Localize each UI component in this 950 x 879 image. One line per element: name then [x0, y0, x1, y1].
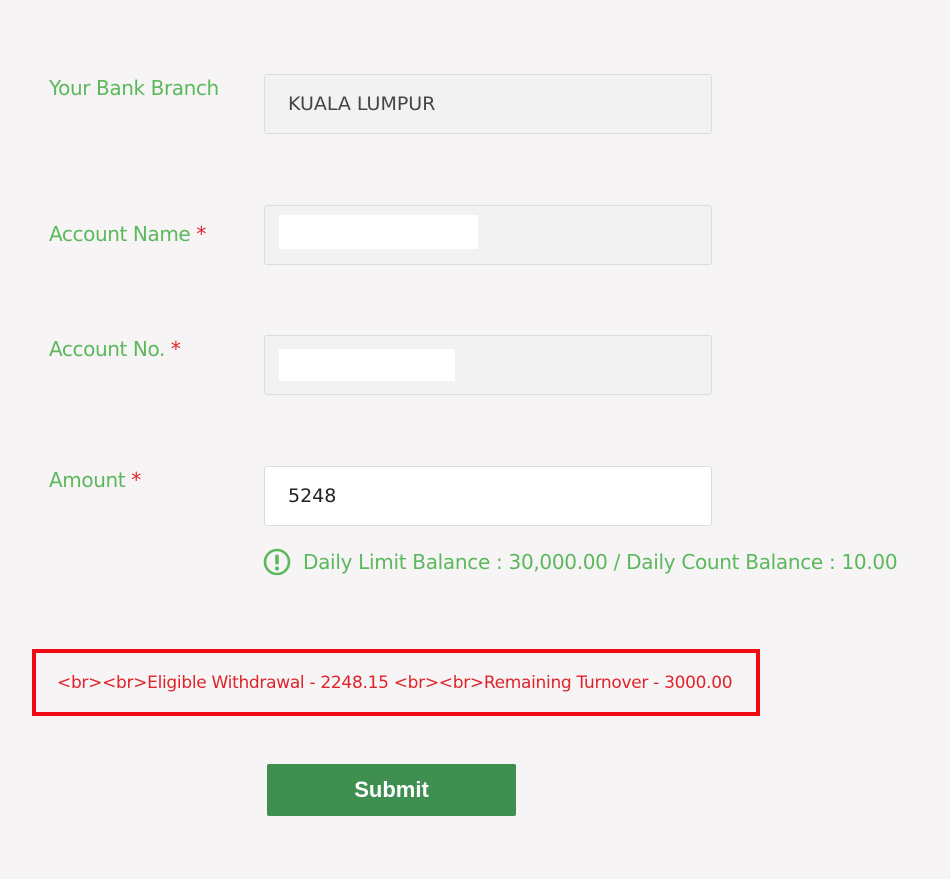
required-marker: * — [196, 222, 206, 246]
limit-hint: Daily Limit Balance : 30,000.00 / Daily … — [263, 548, 898, 576]
withdrawal-notice-text: <br><br>Eligible Withdrawal - 2248.15 <b… — [57, 672, 733, 693]
amount-label-text: Amount — [49, 468, 126, 492]
account-no-label-text: Account No. — [49, 337, 165, 361]
account-name-field[interactable] — [264, 205, 712, 265]
account-no-label: Account No. * — [49, 337, 181, 361]
bank-branch-value: KUALA LUMPUR — [288, 93, 436, 115]
bank-branch-field: KUALA LUMPUR — [264, 74, 712, 134]
amount-label: Amount * — [49, 468, 141, 492]
bank-branch-label-text: Your Bank Branch — [49, 76, 219, 100]
amount-value: 5248 — [288, 485, 337, 507]
limit-hint-text: Daily Limit Balance : 30,000.00 / Daily … — [303, 550, 898, 574]
amount-input[interactable]: 5248 — [264, 466, 712, 526]
account-name-label: Account Name * — [49, 222, 206, 246]
exclamation-circle-icon — [263, 548, 291, 576]
redacted-account-name — [279, 215, 478, 249]
account-no-field[interactable] — [264, 335, 712, 395]
required-marker: * — [131, 468, 141, 492]
required-marker: * — [170, 337, 181, 361]
account-name-label-text: Account Name — [49, 222, 191, 246]
submit-button[interactable]: Submit — [267, 764, 516, 816]
bank-branch-label: Your Bank Branch — [49, 76, 219, 100]
withdrawal-notice: <br><br>Eligible Withdrawal - 2248.15 <b… — [32, 649, 760, 716]
redacted-account-no — [279, 349, 455, 381]
